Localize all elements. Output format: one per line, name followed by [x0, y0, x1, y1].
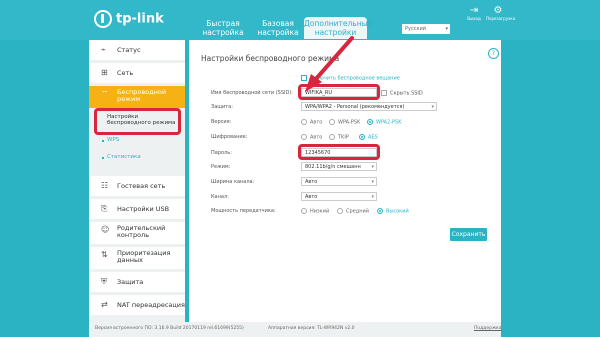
- footer: Версия встроенного ПО: 3.16.9 Build 2017…: [89, 322, 502, 337]
- firmware-version: Версия встроенного ПО: 3.16.9 Build 2017…: [95, 326, 244, 331]
- annotation-arrow: [305, 36, 354, 92]
- hardware-version: Аппаратная версия: TL-WR942N v2.0: [268, 326, 355, 331]
- support-link[interactable]: Поддержка: [474, 326, 502, 331]
